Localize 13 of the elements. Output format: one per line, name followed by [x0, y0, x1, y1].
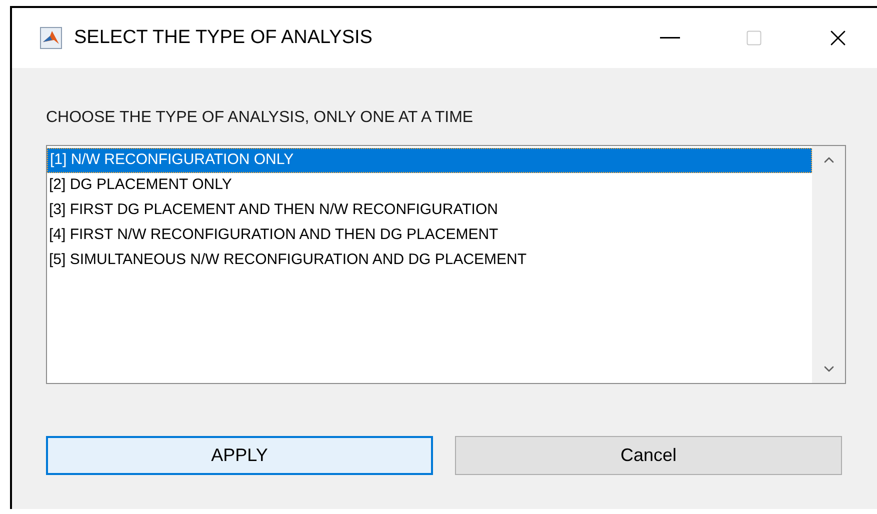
list-item[interactable]: [2] DG PLACEMENT ONLY — [47, 173, 812, 198]
apply-button[interactable]: APPLY — [46, 436, 433, 475]
list-item[interactable]: [5] SIMULTANEOUS N/W RECONFIGURATION AND DG PLACEMENT — [47, 248, 812, 273]
cancel-button[interactable]: Cancel — [455, 436, 842, 475]
scrollbar[interactable] — [812, 146, 845, 383]
list-item[interactable]: [4] FIRST N/W RECONFIGURATION AND THEN DG PLACEMENT — [47, 223, 812, 248]
app-logo-icon — [40, 27, 62, 49]
window-title: SELECT THE TYPE OF ANALYSIS — [74, 26, 372, 50]
list-item[interactable]: [3] FIRST DG PLACEMENT AND THEN N/W RECONFIGURATION — [47, 198, 812, 223]
minimize-icon — [660, 37, 680, 39]
maximize-icon — [745, 29, 763, 47]
list-item[interactable]: [1] N/W RECONFIGURATION ONLY — [47, 148, 812, 173]
instruction-text: CHOOSE THE TYPE OF ANALYSIS, ONLY ONE AT A TIME — [46, 108, 474, 128]
